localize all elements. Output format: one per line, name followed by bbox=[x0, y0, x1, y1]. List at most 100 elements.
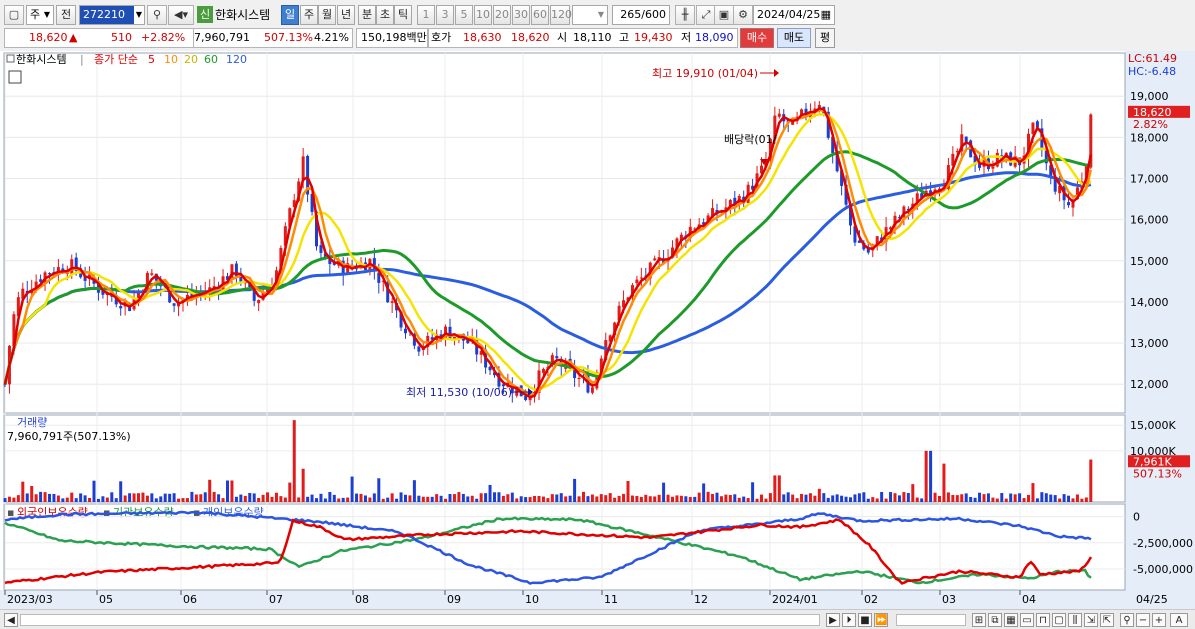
period-type-select[interactable]: 주 ▼ bbox=[26, 5, 54, 25]
change-percent: +2.82% bbox=[141, 31, 186, 44]
volume-bar bbox=[341, 497, 345, 502]
volume-bar bbox=[938, 495, 941, 502]
interval-tab[interactable]: 틱 bbox=[394, 5, 412, 25]
zoom-track[interactable] bbox=[896, 614, 966, 626]
volume-bar bbox=[1062, 494, 1066, 502]
interval-tab[interactable]: 년 bbox=[337, 5, 355, 25]
scroll-left-icon[interactable]: ◀ bbox=[4, 613, 18, 627]
scroll-right-icon[interactable]: ▶ bbox=[826, 613, 840, 627]
volume-bar bbox=[150, 493, 154, 502]
candle-body bbox=[301, 156, 305, 181]
volume-bar bbox=[577, 496, 581, 502]
avg-button[interactable]: 평 bbox=[815, 28, 835, 48]
interval-dropdown[interactable]: ▼ bbox=[572, 5, 608, 25]
box-icon[interactable]: ▢ bbox=[1052, 613, 1066, 627]
zoom-in-icon[interactable]: + bbox=[1152, 613, 1166, 627]
search-icon[interactable]: ⚲ bbox=[147, 5, 167, 25]
volume-bar bbox=[671, 496, 674, 502]
legend-toggle-icon[interactable] bbox=[6, 54, 15, 63]
calculator-icon[interactable] bbox=[8, 70, 22, 84]
volume-bar bbox=[141, 492, 145, 502]
candle-body bbox=[150, 273, 154, 275]
volume-bar bbox=[217, 494, 221, 502]
volume-bar bbox=[310, 494, 314, 502]
candle-icon[interactable]: ╫ bbox=[675, 5, 695, 25]
volume-bar bbox=[163, 493, 167, 502]
number-tab[interactable]: 60 bbox=[531, 5, 549, 25]
volume-bar bbox=[831, 495, 835, 502]
count-value: 265 bbox=[620, 8, 642, 21]
shrink-icon[interactable]: ⇱ bbox=[1100, 613, 1114, 627]
scroll-track[interactable] bbox=[20, 614, 820, 626]
number-tab[interactable]: 5 bbox=[455, 5, 473, 25]
interval-tab[interactable]: 월 bbox=[318, 5, 336, 25]
price-tag-pct: 2.82% bbox=[1133, 118, 1168, 131]
save-icon[interactable]: ▣ bbox=[714, 5, 734, 25]
fast-forward-icon[interactable]: ⏩ bbox=[874, 613, 888, 627]
bars-icon[interactable]: ⫼ bbox=[1068, 613, 1082, 627]
number-tab[interactable]: 10 bbox=[474, 5, 492, 25]
open-label: 시 bbox=[557, 31, 568, 44]
zoom-out-icon[interactable]: − bbox=[1136, 613, 1150, 627]
volume-bar bbox=[795, 498, 799, 502]
layout-icon[interactable]: ⊞ bbox=[972, 613, 986, 627]
interval-tab[interactable]: 초 bbox=[376, 5, 394, 25]
volume-bar bbox=[639, 496, 643, 502]
interval-tab[interactable]: 일 bbox=[281, 5, 299, 25]
volume-bar bbox=[177, 498, 181, 502]
chevron-down-icon: ▼ bbox=[597, 10, 604, 19]
ruler-icon[interactable]: ⊓ bbox=[1036, 613, 1050, 627]
volume-bar bbox=[1013, 494, 1017, 502]
copy-icon[interactable]: ⧉ bbox=[988, 613, 1002, 627]
stock-chart[interactable]: 19,000 18,000 17,000 16,000 15,000 14,000 13,0… bbox=[0, 51, 1195, 609]
number-tab[interactable]: 3 bbox=[436, 5, 454, 25]
volume-bar bbox=[880, 491, 884, 502]
speaker-icon[interactable]: ◀▾ bbox=[168, 5, 194, 25]
tools-icon[interactable]: ⤢ bbox=[696, 5, 716, 25]
number-tab[interactable]: 30 bbox=[512, 5, 530, 25]
volume-bar bbox=[61, 498, 65, 502]
play-icon[interactable]: ⏵ bbox=[842, 613, 856, 627]
window-icon[interactable]: ▭ bbox=[1020, 613, 1034, 627]
price-tick-label: 15,000 bbox=[1130, 255, 1169, 268]
volume-bar bbox=[190, 491, 194, 502]
volume-bar bbox=[568, 495, 572, 502]
volume-bar bbox=[964, 493, 968, 502]
x-axis-label: 07 bbox=[269, 593, 283, 606]
text-size-icon[interactable]: A bbox=[1170, 613, 1188, 627]
window-icon[interactable]: ▢ bbox=[4, 5, 24, 25]
zoom-search-icon[interactable]: ⚲ bbox=[1120, 613, 1134, 627]
volume-bar bbox=[822, 493, 826, 502]
stock-code-input[interactable]: 272210 ▼ bbox=[79, 5, 145, 25]
volume-bar bbox=[933, 492, 937, 502]
volume-bar bbox=[404, 494, 407, 502]
calendar-icon[interactable]: ▦ bbox=[821, 6, 831, 24]
chart-canvas[interactable]: 19,000 18,000 17,000 16,000 15,000 14,000 13,0… bbox=[0, 51, 1195, 609]
interval-tab[interactable]: 분 bbox=[358, 5, 376, 25]
volume-bar bbox=[239, 494, 243, 502]
chart-scrollbar[interactable]: ◀ ▶ ⏵ ■ ⏩ ⊞ ⧉ ▦ ▭ ⊓ ▢ ⫼ ⇲ ⇱ ⚲ − + A bbox=[0, 609, 1195, 629]
count-input[interactable]: 265/600 bbox=[612, 5, 670, 25]
date-input[interactable]: 2024/04/25 ▦ bbox=[753, 5, 835, 25]
expand-icon[interactable]: ⇲ bbox=[1084, 613, 1098, 627]
volume-bar bbox=[368, 497, 372, 502]
buy-button[interactable]: 매수 bbox=[740, 28, 774, 48]
stock-name: 한화시스템 bbox=[215, 8, 271, 22]
legend-series-label: 종가 단순 bbox=[94, 53, 138, 66]
volume-bar bbox=[622, 493, 626, 502]
volume-bar bbox=[319, 493, 323, 502]
sell-button[interactable]: 매도 bbox=[777, 28, 811, 48]
grid-icon[interactable]: ▦ bbox=[1004, 613, 1018, 627]
volume-bar bbox=[1044, 493, 1048, 502]
stop-icon[interactable]: ■ bbox=[858, 613, 872, 627]
price-tick-label: 14,000 bbox=[1130, 296, 1169, 309]
code-dropdown-icon[interactable]: ▼ bbox=[133, 6, 144, 24]
interval-tab[interactable]: 주 bbox=[300, 5, 318, 25]
gear-icon[interactable]: ⚙ bbox=[733, 5, 753, 25]
volume-bar bbox=[283, 497, 287, 502]
prev-button[interactable]: 전 bbox=[56, 5, 76, 25]
number-tab[interactable]: 120 bbox=[550, 5, 572, 25]
number-tab[interactable]: 1 bbox=[417, 5, 435, 25]
volume-bar bbox=[911, 484, 915, 502]
number-tab[interactable]: 20 bbox=[493, 5, 511, 25]
